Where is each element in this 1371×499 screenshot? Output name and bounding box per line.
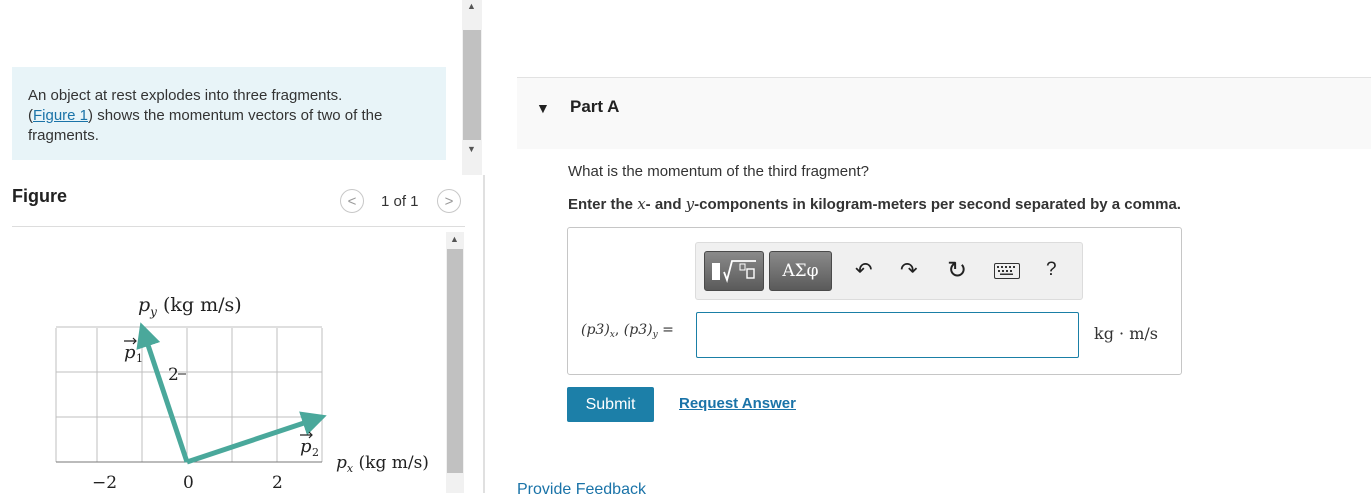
answer-label: (p3)x, (p3)y = [581, 322, 674, 340]
instruction-text: Enter the x- and y-components in kilogra… [568, 195, 1181, 213]
svg-text:1: 1 [136, 352, 143, 365]
problem-text-before: An object at rest explodes into three fr… [28, 87, 343, 104]
submit-button[interactable]: Submit [567, 387, 654, 422]
scroll-down-arrow-icon[interactable]: ▼ [467, 144, 476, 154]
figure-counter: 1 of 1 [381, 193, 419, 210]
provide-feedback-link[interactable]: Provide Feedback [517, 481, 646, 499]
part-a-title[interactable]: Part A [570, 97, 619, 117]
instruction-y: y [685, 195, 695, 213]
templates-button[interactable] [704, 251, 764, 291]
collapse-caret-icon[interactable]: ▼ [536, 100, 550, 116]
x-tick-label-neg2: −2 [92, 473, 117, 493]
request-answer-link[interactable]: Request Answer [679, 395, 796, 412]
chevron-right-icon: > [444, 192, 454, 210]
vector-p1-label: p 1 [124, 337, 143, 365]
instruction-mid: - and [645, 196, 686, 213]
x-axis-label: px (kg m/s) [336, 453, 429, 475]
figure-scrollbar-thumb[interactable] [447, 249, 463, 473]
figure-title: Figure [12, 186, 68, 206]
answer-label-py: (p3) [623, 322, 653, 338]
svg-text:2: 2 [312, 446, 319, 459]
part-a-header[interactable] [517, 77, 1371, 149]
redo-icon[interactable]: ↷ [900, 258, 918, 283]
instruction-x: x [637, 195, 646, 213]
x-tick-label-2: 2 [272, 473, 283, 493]
answer-input[interactable] [696, 312, 1079, 358]
symbols-button[interactable]: ΑΣφ [769, 251, 832, 291]
help-button[interactable]: ? [1046, 259, 1057, 281]
vector-p1 [136, 322, 190, 463]
chevron-left-icon: < [347, 192, 357, 210]
y-axis-label: py (kg m/s) [138, 294, 242, 319]
instruction-post: -components in kilogram-meters per secon… [694, 196, 1181, 213]
y-tick-label-2: 2 [168, 365, 179, 385]
keyboard-icon[interactable] [994, 263, 1020, 279]
figure-scroll-up-arrow-icon[interactable]: ▲ [450, 234, 459, 244]
previous-figure-button[interactable]: < [340, 189, 364, 213]
question-text: What is the momentum of the third fragme… [568, 163, 869, 180]
unit-label: kg · m/s [1094, 324, 1158, 343]
answer-label-separator: , [614, 322, 624, 338]
answer-label-px: (p3) [581, 322, 610, 338]
templates-icon [712, 260, 756, 283]
scroll-up-arrow-icon[interactable]: ▲ [467, 1, 476, 11]
answer-label-equals: = [657, 322, 674, 338]
problem-statement: An object at rest explodes into three fr… [12, 67, 446, 160]
svg-text:p: p [124, 342, 136, 363]
outer-scrollbar-thumb[interactable] [463, 30, 481, 140]
figure-link[interactable]: Figure 1 [33, 107, 88, 124]
figure-grid [55, 326, 323, 463]
momentum-vector-figure: py (kg m/s) px (kg m/s) 2 −2 0 2 p 1 p 2 [55, 294, 429, 493]
reset-icon[interactable]: ↻ [947, 256, 967, 285]
undo-icon[interactable]: ↶ [855, 258, 873, 283]
next-figure-button[interactable]: > [437, 189, 461, 213]
figure-divider [12, 226, 465, 227]
instruction-pre: Enter the [568, 196, 638, 213]
svg-text:p: p [300, 436, 312, 457]
vector-p2-label: p 2 [300, 431, 319, 459]
pane-divider[interactable] [483, 175, 485, 493]
x-tick-label-0: 0 [183, 473, 194, 493]
